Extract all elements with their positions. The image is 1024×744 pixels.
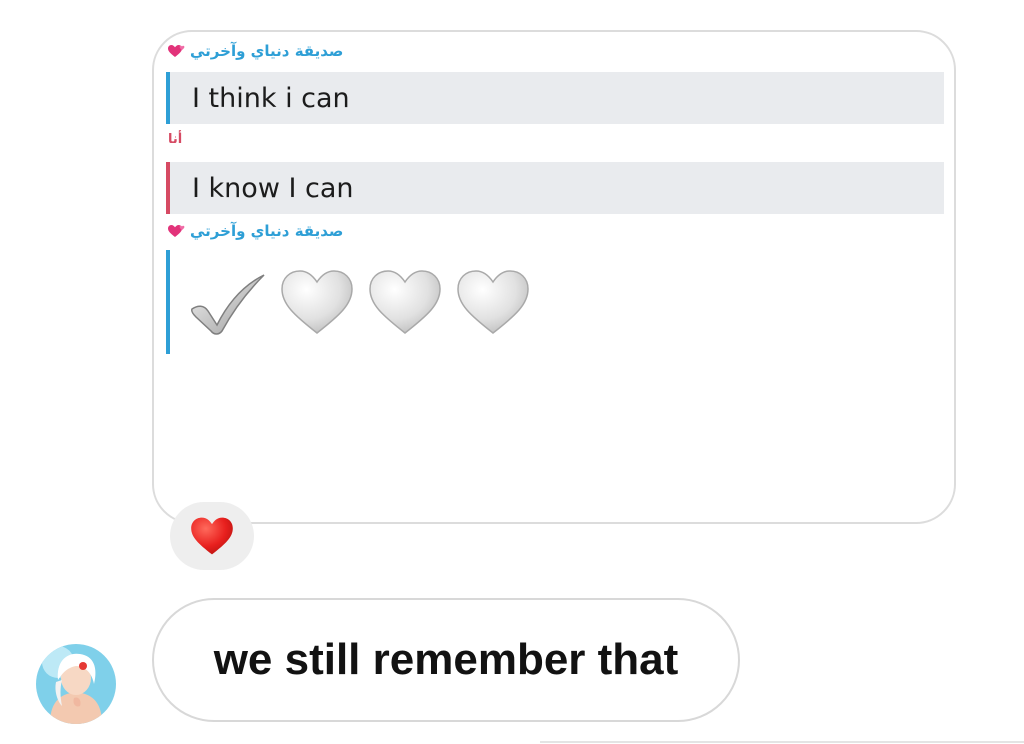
reaction-badge[interactable] xyxy=(170,502,254,570)
sender-name: أنا xyxy=(168,132,183,147)
quoted-message-me: I know I can xyxy=(166,162,944,214)
two-hearts-icon xyxy=(168,225,185,237)
message-text: I know I can xyxy=(192,172,354,204)
quoted-message-friend: I think i can xyxy=(166,72,944,124)
quoted-emoji-message xyxy=(166,250,530,354)
check-mark-icon xyxy=(191,274,265,335)
white-heart-icon xyxy=(369,270,441,334)
white-heart-icon xyxy=(281,270,353,334)
message-text: I think i can xyxy=(192,82,350,114)
sender-name: صديقة دنياي وآخرتي xyxy=(190,222,344,240)
sender-label-friend: صديقة دنياي وآخرتي xyxy=(168,42,343,60)
two-hearts-icon xyxy=(168,45,185,57)
sender-name: صديقة دنياي وآخرتي xyxy=(190,42,344,60)
chat-message-text: we still remember that xyxy=(213,635,679,684)
chat-screen: صديقة دنياي وآخرتي I think i can أنا I k… xyxy=(0,0,1024,744)
user-avatar[interactable] xyxy=(36,644,116,724)
white-heart-icon xyxy=(457,270,529,334)
red-heart-icon xyxy=(191,517,233,555)
chat-message-bubble[interactable]: we still remember that xyxy=(152,598,740,722)
avatar-image xyxy=(36,644,116,724)
sender-label-friend: صديقة دنياي وآخرتي xyxy=(168,222,343,240)
sender-label-me: أنا xyxy=(168,132,182,147)
divider xyxy=(540,741,1024,743)
